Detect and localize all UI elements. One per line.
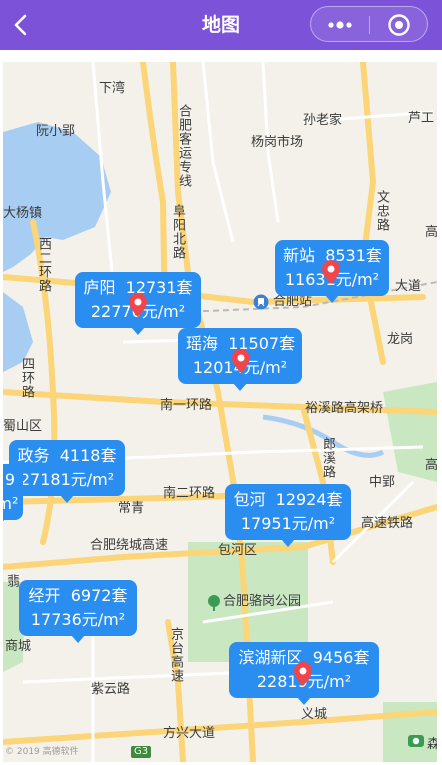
label-wenzhong: 文忠路 xyxy=(374,190,389,232)
label-gao1: 高 xyxy=(425,225,437,240)
map-attribution: © 2019 高德软件 xyxy=(5,747,79,757)
cluster-count: 4118套 xyxy=(59,446,117,465)
cluster-count: 12924套 xyxy=(275,490,343,509)
label-g3: G3 xyxy=(131,746,152,758)
label-nanerhuanlu: 南二环路 xyxy=(163,486,216,501)
label-ruanxiaoying: 阮小郢 xyxy=(36,124,76,139)
label-yanggangshichang: 杨岗市场 xyxy=(251,135,304,150)
map-pin-icon[interactable] xyxy=(322,260,340,284)
cluster-price: 元/m² xyxy=(3,494,19,513)
cluster-district: 瑶海 xyxy=(186,334,219,353)
label-hefeikeyunzhuanxian: 合肥客运专线 xyxy=(176,104,191,188)
cluster-district: 滨湖新区 xyxy=(238,648,303,667)
cluster-count: 6972套 xyxy=(70,586,128,605)
cluster-district: 庐阳 xyxy=(83,278,116,297)
label-gaosutielu: 高速铁路 xyxy=(361,516,414,531)
mini-program-capsule xyxy=(310,6,428,42)
label-ziyunlu: 紫云路 xyxy=(91,682,131,697)
label-longgang: 龙岗 xyxy=(387,332,414,347)
cluster-district: 政务 xyxy=(17,446,50,465)
label-zhongying: 中郢 xyxy=(369,475,396,490)
label-fangxingdadao: 方兴大道 xyxy=(163,726,216,741)
park-icon xyxy=(208,595,220,611)
label-senlin: 森 xyxy=(427,737,437,752)
cluster-district: 包河 xyxy=(233,490,266,509)
cluster-price: 27181元/m² xyxy=(19,470,115,489)
cluster-price: 17736元/m² xyxy=(30,610,126,629)
label-dayangzhen: 大杨镇 xyxy=(3,206,43,221)
cluster-jingkai[interactable]: 经开 6972套 17736元/m² xyxy=(19,580,137,643)
label-hefeiraochenggaosu: 合肥绕城高速 xyxy=(90,538,169,553)
more-dots-icon xyxy=(328,21,352,29)
label-sunlaojia: 孙老家 xyxy=(303,113,343,128)
map-pin-icon[interactable] xyxy=(232,349,250,373)
label-changqing: 常青 xyxy=(118,501,145,516)
label-yicheng: 义城 xyxy=(301,707,328,722)
label-luting: 芦工 xyxy=(408,111,435,126)
label-fuyangbeilu: 阜阳北路 xyxy=(170,204,185,260)
close-button[interactable] xyxy=(370,7,428,43)
cluster-zhengwu[interactable]: 政务 4118套 27181元/m² xyxy=(9,440,125,503)
cluster-district: 经开 xyxy=(28,586,61,605)
cluster-district: 新站 xyxy=(283,246,316,265)
label-dadao: 大道 xyxy=(395,279,422,294)
target-circle-icon xyxy=(388,14,410,36)
label-hefeizhan: 合肥站 xyxy=(273,294,313,309)
cluster-count: 9456套 xyxy=(312,648,370,667)
label-sihuanlu: 四环路 xyxy=(19,357,34,399)
label-yuxilugaojiaqiao: 裕溪路高架桥 xyxy=(305,401,384,416)
scenic-spot-icon xyxy=(408,735,424,747)
label-xiawan: 下湾 xyxy=(99,81,126,96)
nav-header: 地图 xyxy=(0,0,442,50)
map-canvas[interactable]: 下湾 孙老家 芦工 阮小郢 杨岗市场 大杨镇 合肥站 龙岗 南一环路 蜀山区 裕… xyxy=(3,62,437,762)
cluster-baohe[interactable]: 包河 12924套 17951元/m² xyxy=(225,484,351,547)
train-station-icon xyxy=(253,294,269,310)
label-jingtaigaosu: 京台高速 xyxy=(168,627,183,683)
label-hefeiluogangpark: 合肥骆岗公园 xyxy=(223,594,302,609)
label-gao2: 高 xyxy=(425,458,437,473)
label-shangcheng: 商城 xyxy=(5,639,32,654)
map-pin-icon[interactable] xyxy=(294,662,312,686)
label-nanyihuanlu: 南一环路 xyxy=(160,398,213,413)
cluster-district: 9 xyxy=(4,470,15,489)
label-fan: 翡 xyxy=(4,574,19,588)
label-shushanqu: 蜀山区 xyxy=(3,419,43,434)
more-button[interactable] xyxy=(311,7,369,43)
cluster-price: 17951元/m² xyxy=(240,514,336,533)
label-xierhuanlu: 西二环路 xyxy=(36,237,51,293)
map-pin-icon[interactable] xyxy=(129,293,147,317)
label-baohequ: 包河区 xyxy=(218,543,258,558)
label-langxilu: 郎溪路 xyxy=(320,437,335,479)
cluster-zhengwu-edge[interactable]: 9 元/m² xyxy=(3,464,23,527)
